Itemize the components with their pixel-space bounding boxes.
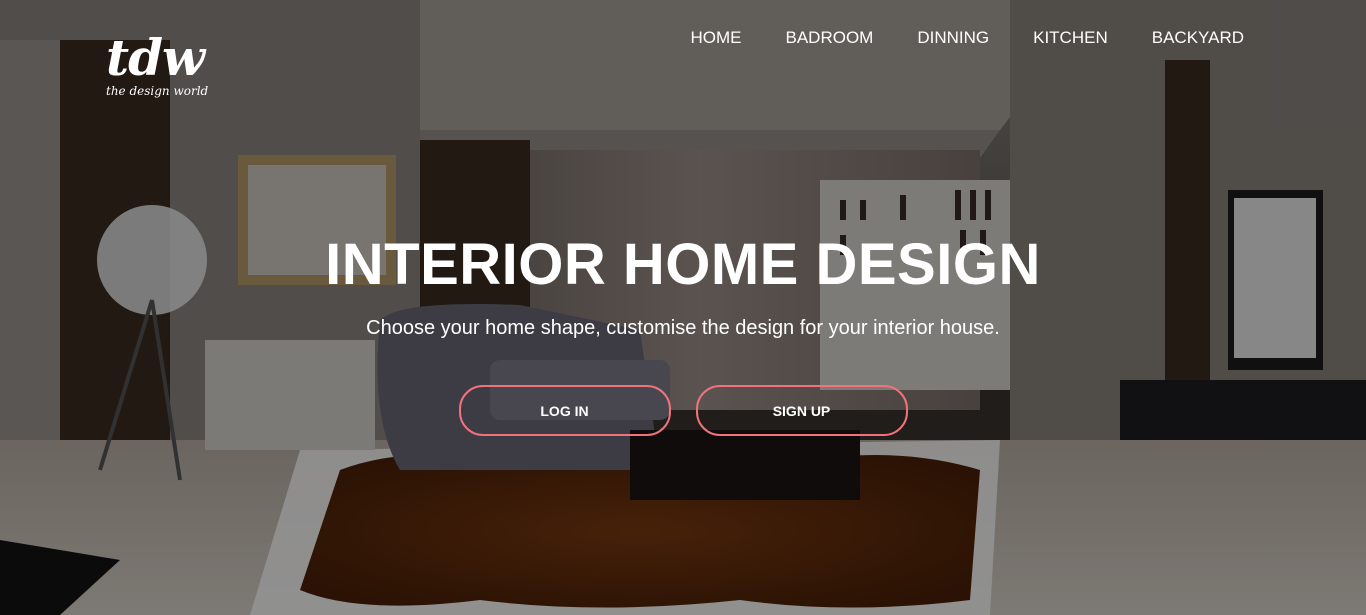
hero-content: INTERIOR HOME DESIGN Choose your home sh… — [0, 228, 1366, 340]
brand-logo[interactable]: tdw the design world — [106, 30, 226, 110]
logo-mark: tdw — [106, 28, 205, 87]
nav-item-dinning[interactable]: DINNING — [917, 28, 989, 48]
hero-subtitle: Choose your home shape, customise the de… — [366, 317, 1000, 339]
signup-button[interactable]: SIGN UP — [695, 385, 908, 436]
hero-title: INTERIOR HOME DESIGN — [325, 232, 1041, 297]
login-button[interactable]: LOG IN — [458, 385, 671, 436]
nav-item-backyard[interactable]: BACKYARD — [1152, 28, 1244, 48]
nav-item-badroom[interactable]: BADROOM — [785, 28, 873, 48]
hero-buttons: LOG IN SIGN UP — [0, 385, 1366, 436]
nav-item-kitchen[interactable]: KITCHEN — [1033, 28, 1108, 48]
hero-section: tdw the design world HOME BADROOM DINNIN… — [0, 0, 1366, 615]
nav-item-home[interactable]: HOME — [690, 28, 741, 48]
logo-tagline: the design world — [106, 84, 209, 98]
main-nav: HOME BADROOM DINNING KITCHEN BACKYARD — [646, 28, 1244, 48]
